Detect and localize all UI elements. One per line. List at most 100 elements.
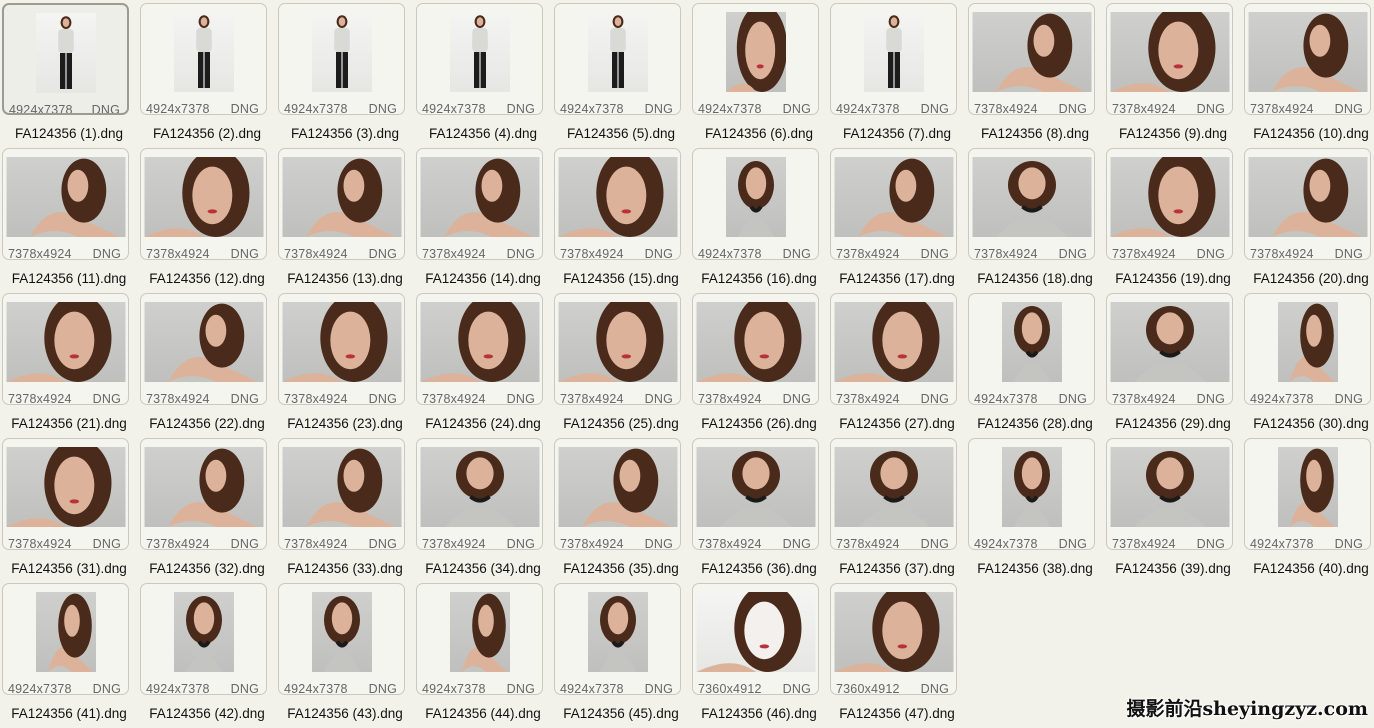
photo-thumbnail[interactable] <box>144 302 263 382</box>
photo-thumbnail[interactable] <box>6 302 125 382</box>
file-name[interactable]: FA124356 (39).dng <box>1106 561 1240 576</box>
thumbnail-card[interactable]: 4924x7378 DNG <box>2 583 129 695</box>
file-name[interactable]: FA124356 (40).dng <box>1244 561 1374 576</box>
photo-thumbnail[interactable] <box>311 12 372 92</box>
file-item[interactable]: 4924x7378 DNG FA124356 (2).dng <box>140 3 270 148</box>
file-item[interactable]: 7378x4924 DNG FA124356 (8).dng <box>968 3 1098 148</box>
file-item[interactable]: 7378x4924 DNG FA124356 (18).dng <box>968 148 1098 293</box>
file-item[interactable]: 7378x4924 DNG FA124356 (36).dng <box>692 438 822 583</box>
photo-thumbnail[interactable] <box>834 302 953 382</box>
file-item[interactable]: 4924x7378 DNG FA124356 (5).dng <box>554 3 684 148</box>
thumbnail-card[interactable]: 7378x4924 DNG <box>692 293 819 405</box>
photo-thumbnail[interactable] <box>282 302 401 382</box>
file-item[interactable]: 7378x4924 DNG FA124356 (39).dng <box>1106 438 1236 583</box>
file-item[interactable]: 4924x7378 DNG FA124356 (44).dng <box>416 583 546 728</box>
photo-thumbnail[interactable] <box>834 592 953 672</box>
thumbnail-card[interactable]: 4924x7378 DNG <box>692 3 819 115</box>
photo-thumbnail[interactable] <box>420 447 539 527</box>
file-name[interactable]: FA124356 (3).dng <box>278 126 412 141</box>
file-item[interactable]: 7378x4924 DNG FA124356 (23).dng <box>278 293 408 438</box>
file-name[interactable]: FA124356 (32).dng <box>140 561 274 576</box>
file-name[interactable]: FA124356 (27).dng <box>830 416 964 431</box>
file-name[interactable]: FA124356 (20).dng <box>1244 271 1374 286</box>
thumbnail-card[interactable]: 7378x4924 DNG <box>1106 3 1233 115</box>
photo-thumbnail[interactable] <box>173 592 234 672</box>
thumbnail-card[interactable]: 4924x7378 DNG <box>2 3 129 115</box>
file-name[interactable]: FA124356 (19).dng <box>1106 271 1240 286</box>
file-item[interactable]: 4924x7378 DNG FA124356 (43).dng <box>278 583 408 728</box>
photo-thumbnail[interactable] <box>1277 447 1338 527</box>
file-item[interactable]: 4924x7378 DNG FA124356 (41).dng <box>2 583 132 728</box>
thumbnail-card[interactable]: 7378x4924 DNG <box>2 148 129 260</box>
photo-thumbnail[interactable] <box>696 592 815 672</box>
file-name[interactable]: FA124356 (34).dng <box>416 561 550 576</box>
file-name[interactable]: FA124356 (17).dng <box>830 271 964 286</box>
file-name[interactable]: FA124356 (33).dng <box>278 561 412 576</box>
file-name[interactable]: FA124356 (30).dng <box>1244 416 1374 431</box>
thumbnail-card[interactable]: 4924x7378 DNG <box>554 583 681 695</box>
file-name[interactable]: FA124356 (5).dng <box>554 126 688 141</box>
photo-thumbnail[interactable] <box>696 447 815 527</box>
thumbnail-card[interactable]: 7378x4924 DNG <box>2 293 129 405</box>
file-item[interactable]: 4924x7378 DNG FA124356 (42).dng <box>140 583 270 728</box>
photo-thumbnail[interactable] <box>420 157 539 237</box>
thumbnail-card[interactable]: 7378x4924 DNG <box>830 148 957 260</box>
photo-thumbnail[interactable] <box>144 447 263 527</box>
file-item[interactable]: 7378x4924 DNG FA124356 (12).dng <box>140 148 270 293</box>
thumbnail-card[interactable]: 7378x4924 DNG <box>1106 293 1233 405</box>
file-name[interactable]: FA124356 (42).dng <box>140 706 274 721</box>
file-item[interactable]: 4924x7378 DNG FA124356 (4).dng <box>416 3 546 148</box>
thumbnail-card[interactable]: 7378x4924 DNG <box>1244 148 1371 260</box>
file-item[interactable]: 7378x4924 DNG FA124356 (20).dng <box>1244 148 1374 293</box>
file-item[interactable]: 7378x4924 DNG FA124356 (17).dng <box>830 148 960 293</box>
file-item[interactable]: 4924x7378 DNG FA124356 (40).dng <box>1244 438 1374 583</box>
file-item[interactable]: 7378x4924 DNG FA124356 (26).dng <box>692 293 822 438</box>
file-item[interactable]: 7378x4924 DNG FA124356 (11).dng <box>2 148 132 293</box>
file-item[interactable]: 7378x4924 DNG FA124356 (29).dng <box>1106 293 1236 438</box>
file-name[interactable]: FA124356 (28).dng <box>968 416 1102 431</box>
file-name[interactable]: FA124356 (6).dng <box>692 126 826 141</box>
thumbnail-card[interactable]: 4924x7378 DNG <box>140 3 267 115</box>
thumbnail-card[interactable]: 4924x7378 DNG <box>692 148 819 260</box>
file-item[interactable]: 4924x7378 DNG FA124356 (16).dng <box>692 148 822 293</box>
file-item[interactable]: 4924x7378 DNG FA124356 (45).dng <box>554 583 684 728</box>
file-item[interactable]: 7378x4924 DNG FA124356 (13).dng <box>278 148 408 293</box>
file-item[interactable]: 7378x4924 DNG FA124356 (31).dng <box>2 438 132 583</box>
photo-thumbnail[interactable] <box>1110 447 1229 527</box>
thumbnail-card[interactable]: 4924x7378 DNG <box>554 3 681 115</box>
file-name[interactable]: FA124356 (16).dng <box>692 271 826 286</box>
photo-thumbnail[interactable] <box>1110 157 1229 237</box>
file-name[interactable]: FA124356 (41).dng <box>2 706 136 721</box>
photo-thumbnail[interactable] <box>420 302 539 382</box>
file-name[interactable]: FA124356 (35).dng <box>554 561 688 576</box>
thumbnail-card[interactable]: 7378x4924 DNG <box>692 438 819 550</box>
file-item[interactable]: 7378x4924 DNG FA124356 (32).dng <box>140 438 270 583</box>
file-item[interactable]: 7378x4924 DNG FA124356 (24).dng <box>416 293 546 438</box>
photo-thumbnail[interactable] <box>558 447 677 527</box>
thumbnail-card[interactable]: 7378x4924 DNG <box>1106 148 1233 260</box>
file-name[interactable]: FA124356 (21).dng <box>2 416 136 431</box>
file-item[interactable]: 7378x4924 DNG FA124356 (15).dng <box>554 148 684 293</box>
file-item[interactable]: 4924x7378 DNG FA124356 (38).dng <box>968 438 1098 583</box>
thumbnail-card[interactable]: 7378x4924 DNG <box>416 438 543 550</box>
thumbnail-card[interactable]: 7378x4924 DNG <box>554 293 681 405</box>
file-name[interactable]: FA124356 (18).dng <box>968 271 1102 286</box>
file-name[interactable]: FA124356 (45).dng <box>554 706 688 721</box>
photo-thumbnail[interactable] <box>1001 447 1062 527</box>
thumbnail-card[interactable]: 4924x7378 DNG <box>416 583 543 695</box>
file-name[interactable]: FA124356 (4).dng <box>416 126 550 141</box>
file-item[interactable]: 7378x4924 DNG FA124356 (22).dng <box>140 293 270 438</box>
photo-thumbnail[interactable] <box>144 157 263 237</box>
photo-thumbnail[interactable] <box>1001 302 1062 382</box>
thumbnail-card[interactable]: 7378x4924 DNG <box>1106 438 1233 550</box>
file-name[interactable]: FA124356 (22).dng <box>140 416 274 431</box>
file-name[interactable]: FA124356 (38).dng <box>968 561 1102 576</box>
file-item[interactable]: 7378x4924 DNG FA124356 (21).dng <box>2 293 132 438</box>
thumbnail-card[interactable]: 4924x7378 DNG <box>278 583 405 695</box>
file-name[interactable]: FA124356 (37).dng <box>830 561 964 576</box>
photo-thumbnail[interactable] <box>1277 302 1338 382</box>
photo-thumbnail[interactable] <box>834 157 953 237</box>
file-name[interactable]: FA124356 (2).dng <box>140 126 274 141</box>
thumbnail-card[interactable]: 7378x4924 DNG <box>554 148 681 260</box>
file-name[interactable]: FA124356 (43).dng <box>278 706 412 721</box>
